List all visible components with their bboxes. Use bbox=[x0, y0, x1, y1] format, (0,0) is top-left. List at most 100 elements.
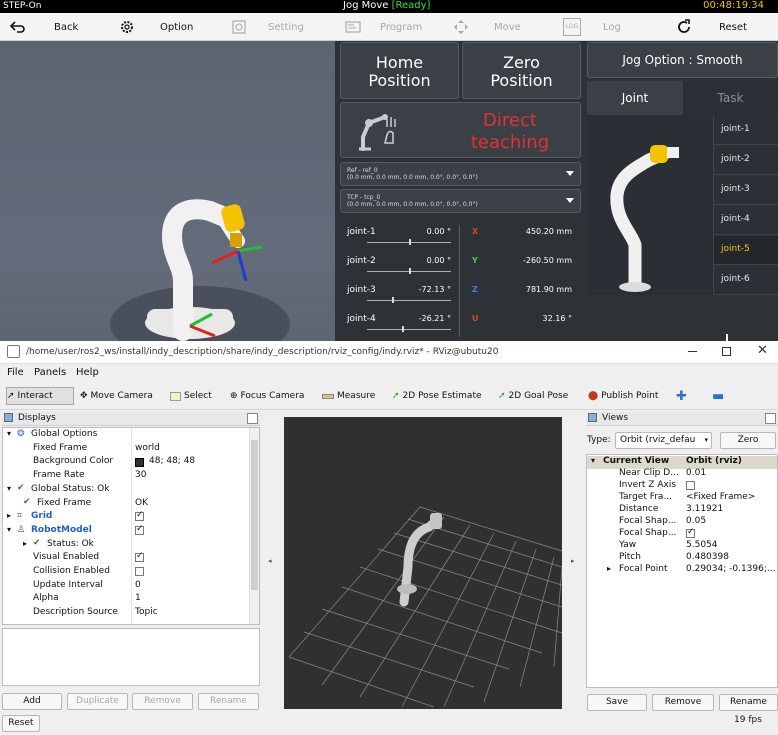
interact-tool[interactable]: ➚ Interact bbox=[6, 387, 74, 405]
focal-shape-checkbox[interactable] bbox=[686, 527, 695, 538]
save-view-button[interactable]: Save bbox=[587, 694, 647, 711]
display-row[interactable]: ▾ ✔ Global Status: Ok bbox=[3, 483, 248, 497]
display-row[interactable]: Background Color 48; 48; 48 bbox=[3, 456, 248, 469]
move-camera-tool[interactable]: ✥ Move Camera bbox=[80, 387, 153, 405]
add-tool-icon[interactable]: ✚ bbox=[676, 387, 687, 405]
reset-button[interactable]: Reset bbox=[675, 13, 747, 41]
expand-closed-icon[interactable]: ▸ bbox=[23, 539, 27, 548]
remove-button[interactable]: Remove bbox=[132, 693, 193, 710]
display-row[interactable]: Frame Rate 30 bbox=[3, 470, 248, 483]
ref-frame-dropdown[interactable]: Ref - ref_0 (0.0 mm, 0.0 mm, 0.0 mm, 0.0… bbox=[340, 162, 581, 186]
log-button[interactable]: LOG Log bbox=[563, 13, 621, 41]
joint-select-joint-4[interactable]: joint-4 bbox=[714, 206, 778, 235]
view-type-select[interactable]: Orbit (rviz_defau ▾ bbox=[615, 432, 712, 449]
views-tree[interactable]: ▾ Current View Orbit (rviz) Near Clip D... 0… bbox=[586, 454, 778, 688]
enable-checkbox[interactable] bbox=[135, 551, 144, 563]
duplicate-button[interactable]: Duplicate bbox=[67, 693, 128, 710]
rename-button[interactable]: Rename bbox=[198, 693, 259, 710]
zero-position-button[interactable]: Zero Position bbox=[462, 42, 581, 99]
goal-pose-tool[interactable]: ➚ 2D Goal Pose bbox=[498, 387, 568, 405]
rviz-toolbar: ➚ Interact ✥ Move Camera Select ⊕ Focus Cam… bbox=[0, 382, 778, 410]
option-button[interactable]: Option bbox=[118, 13, 193, 41]
expand-closed-icon[interactable]: ▸ bbox=[607, 564, 611, 573]
display-row[interactable]: ▾ ❂ Global Options bbox=[3, 429, 248, 442]
joint-slider-track[interactable] bbox=[367, 329, 451, 330]
display-row[interactable]: Collision Enabled bbox=[3, 566, 248, 579]
joint-select-joint-6[interactable]: joint-6 bbox=[714, 266, 778, 295]
tcp-frame-dropdown[interactable]: TCP - tcp_0 (0.0 mm, 0.0 mm, 0.0 mm, 0.0… bbox=[340, 189, 581, 213]
joint-slider-knob[interactable] bbox=[392, 297, 395, 303]
setting-button[interactable]: Setting bbox=[230, 13, 304, 41]
minimize-icon[interactable] bbox=[688, 351, 697, 352]
scrollbar-thumb[interactable] bbox=[251, 440, 258, 590]
expand-open-icon[interactable]: ▾ bbox=[7, 525, 11, 534]
tab-task[interactable]: Task bbox=[683, 81, 778, 115]
display-row[interactable]: ▸ ✔ Status: Ok bbox=[3, 538, 248, 552]
maximize-icon[interactable] bbox=[722, 347, 731, 356]
joint-select-joint-5[interactable]: joint-5 bbox=[714, 236, 778, 265]
enable-checkbox[interactable] bbox=[135, 510, 144, 522]
joint-row[interactable]: joint-1 0.00 ° bbox=[347, 227, 451, 255]
display-row[interactable]: ▾ ♙ RobotModel bbox=[3, 524, 248, 538]
home-position-button[interactable]: Home Position bbox=[340, 42, 459, 99]
joint-slider-knob[interactable] bbox=[409, 239, 411, 245]
zero-button[interactable]: Zero bbox=[720, 432, 776, 449]
menu-help[interactable]: Help bbox=[76, 367, 99, 378]
expand-open-icon[interactable]: ▾ bbox=[7, 429, 11, 438]
direct-teaching-button[interactable]: Direct teaching bbox=[340, 102, 581, 158]
display-row[interactable]: Fixed Frame world bbox=[3, 443, 248, 456]
joint-select-joint-2[interactable]: joint-2 bbox=[714, 146, 778, 175]
back-button[interactable]: Back bbox=[8, 13, 78, 41]
reset-time-button[interactable]: Reset bbox=[2, 715, 40, 732]
view-row[interactable]: ▸ Focal Point 0.29034; -0.1396;... bbox=[587, 564, 777, 577]
display-row[interactable]: Description Source Topic bbox=[3, 607, 248, 620]
add-button[interactable]: Add bbox=[2, 693, 62, 710]
joint-row[interactable]: joint-4 -26.21 ° bbox=[347, 314, 451, 342]
expand-open-icon[interactable]: ▾ bbox=[7, 484, 11, 493]
collapse-right-icon[interactable]: ▸ bbox=[571, 557, 575, 565]
joint-slider-knob[interactable] bbox=[409, 268, 411, 274]
joint-slider-track[interactable] bbox=[367, 300, 451, 301]
invert-z-checkbox[interactable] bbox=[686, 481, 695, 490]
measure-tool[interactable]: Measure bbox=[322, 387, 375, 405]
color-swatch[interactable] bbox=[135, 458, 144, 468]
joint-select-joint-1[interactable]: joint-1 bbox=[714, 116, 778, 145]
joint-select-joint-3[interactable]: joint-3 bbox=[714, 176, 778, 205]
display-row[interactable]: Update Interval 0 bbox=[3, 580, 248, 593]
robot-3d-viewport[interactable] bbox=[0, 41, 335, 362]
menu-panels[interactable]: Panels bbox=[34, 367, 66, 378]
focus-camera-tool[interactable]: ⊕ Focus Camera bbox=[230, 387, 304, 405]
display-row[interactable]: ✔ Fixed Frame OK bbox=[3, 497, 248, 511]
rename-view-button[interactable]: Rename bbox=[719, 694, 778, 711]
display-row[interactable]: Visual Enabled bbox=[3, 551, 248, 565]
jog-option-button[interactable]: Jog Option : Smooth bbox=[587, 42, 778, 78]
menu-file[interactable]: File bbox=[7, 367, 24, 378]
joint-row[interactable]: joint-2 0.00 ° bbox=[347, 256, 451, 284]
view-value: 5.5054 bbox=[686, 540, 718, 550]
close-panel-icon[interactable] bbox=[247, 413, 258, 424]
display-row[interactable]: ▸ ⌗ Grid bbox=[3, 510, 248, 524]
move-button[interactable]: Move bbox=[452, 13, 521, 41]
displays-tree[interactable]: ▾ ❂ Global Options Fixed Frame world Backgrou… bbox=[2, 427, 260, 625]
publish-point-tool[interactable]: ⬤ Publish Point bbox=[588, 387, 658, 405]
rviz-render-view[interactable] bbox=[284, 417, 563, 709]
remove-view-button[interactable]: Remove bbox=[652, 694, 714, 711]
expand-closed-icon[interactable]: ▸ bbox=[7, 511, 11, 520]
joint-slider-knob[interactable] bbox=[402, 326, 405, 332]
close-icon[interactable]: ✕ bbox=[757, 343, 768, 358]
expand-open-icon[interactable]: ▾ bbox=[591, 456, 595, 465]
tab-joint[interactable]: Joint bbox=[587, 81, 683, 115]
close-panel-icon[interactable] bbox=[765, 413, 776, 424]
remove-tool-icon[interactable]: ▬ bbox=[712, 387, 724, 405]
scrollbar[interactable] bbox=[249, 428, 259, 624]
enable-checkbox[interactable] bbox=[135, 524, 144, 535]
grid-and-robot bbox=[288, 506, 563, 708]
pose-estimate-tool[interactable]: ➚ 2D Pose Estimate bbox=[392, 387, 482, 405]
display-row[interactable]: Alpha 1 bbox=[3, 593, 248, 606]
enable-checkbox[interactable] bbox=[135, 567, 144, 576]
program-button[interactable]: Program bbox=[344, 13, 422, 41]
joint-row[interactable]: joint-3 -72.13 ° bbox=[347, 285, 451, 313]
collapse-left-icon[interactable]: ◂ bbox=[268, 557, 272, 565]
select-tool[interactable]: Select bbox=[170, 387, 212, 405]
move-camera-label: Move Camera bbox=[90, 391, 153, 401]
